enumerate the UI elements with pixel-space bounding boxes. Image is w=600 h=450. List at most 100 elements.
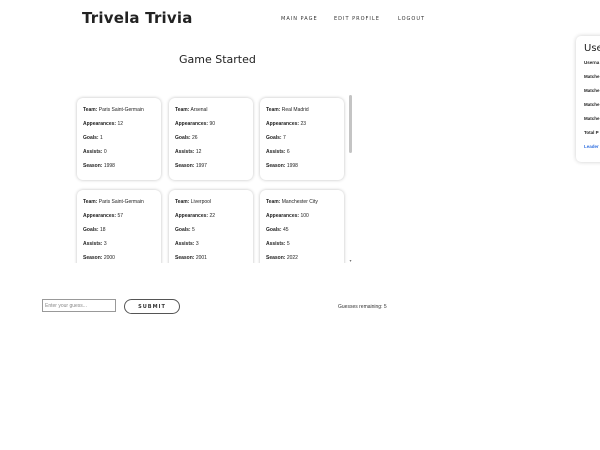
card-appearances-label: Appearances:	[175, 121, 209, 127]
card-appearances: Appearances: 100	[266, 214, 309, 219]
card-season-label: Season:	[175, 255, 195, 261]
card-appearances-label: Appearances:	[266, 213, 300, 219]
card-goals-value: 5	[191, 227, 195, 233]
nav-edit-profile[interactable]: EDIT PROFILE	[334, 16, 380, 22]
card-appearances-label: Appearances:	[83, 121, 117, 127]
card-assists-value: 3	[195, 241, 199, 247]
user-stat-matches: Matche	[584, 88, 600, 93]
card-goals: Goals: 1	[83, 136, 103, 141]
leaderboard-link[interactable]: Leader	[584, 144, 599, 149]
card-goals-label: Goals:	[83, 227, 99, 233]
nav-logout[interactable]: LOGOUT	[398, 16, 425, 22]
user-stat-matches: Matche	[584, 116, 600, 121]
card-assists-label: Assists:	[266, 241, 286, 247]
card-season-label: Season:	[266, 163, 286, 169]
card-assists: Assists: 3	[175, 242, 199, 247]
card-team: Team: Paris Saint-Germain	[83, 200, 144, 205]
card-season: Season: 2000	[83, 256, 115, 261]
card-season-value: 1998	[103, 163, 115, 169]
card-appearances: Appearances: 12	[83, 122, 123, 127]
card-goals-label: Goals:	[266, 135, 282, 141]
user-panel-title: Use	[584, 43, 600, 54]
scrollbar-thumb[interactable]	[349, 95, 352, 153]
card-assists-label: Assists:	[175, 149, 195, 155]
player-card: Team: Paris Saint-Germain Appearances: 5…	[77, 190, 161, 263]
card-team-label: Team:	[175, 199, 190, 205]
card-season-value: 1997	[195, 163, 207, 169]
user-stat-total: Total P	[584, 130, 599, 135]
card-appearances-label: Appearances:	[83, 213, 117, 219]
card-assists: Assists: 6	[266, 150, 290, 155]
card-assists-label: Assists:	[266, 149, 286, 155]
player-card: Team: Paris Saint-Germain Appearances: 1…	[77, 98, 161, 180]
card-appearances-value: 12	[117, 121, 124, 127]
card-season-label: Season:	[175, 163, 195, 169]
player-card: Team: Manchester City Appearances: 100 G…	[260, 190, 344, 263]
card-team: Team: Paris Saint-Germain	[83, 108, 144, 113]
card-goals: Goals: 45	[266, 228, 289, 233]
card-assists: Assists: 5	[266, 242, 290, 247]
card-goals: Goals: 5	[175, 228, 195, 233]
card-assists: Assists: 3	[83, 242, 107, 247]
card-season: Season: 2001	[175, 256, 207, 261]
card-goals-value: 7	[282, 135, 286, 141]
card-team-label: Team:	[266, 199, 281, 205]
card-grid-scrollbar[interactable]: ▾	[348, 95, 353, 263]
card-assists-label: Assists:	[175, 241, 195, 247]
card-appearances: Appearances: 23	[266, 122, 306, 127]
guess-input[interactable]	[42, 299, 116, 312]
card-appearances: Appearances: 90	[175, 122, 215, 127]
top-nav: MAIN PAGE EDIT PROFILE LOGOUT	[0, 16, 600, 26]
card-goals-label: Goals:	[83, 135, 99, 141]
card-assists-value: 6	[286, 149, 290, 155]
card-assists-label: Assists:	[83, 149, 103, 155]
nav-main-page[interactable]: MAIN PAGE	[281, 16, 318, 22]
player-card: Team: Arsenal Appearances: 90 Goals: 26 …	[169, 98, 253, 180]
card-assists-label: Assists:	[83, 241, 103, 247]
card-season-value: 2022	[286, 255, 298, 261]
card-goals-label: Goals:	[175, 227, 191, 233]
card-team-value: Real Madrid	[281, 107, 309, 113]
card-team: Team: Liverpool	[175, 200, 211, 205]
card-team-label: Team:	[266, 107, 281, 113]
player-card-grid[interactable]: Team: Paris Saint-Germain Appearances: 1…	[74, 95, 354, 263]
card-team-value: Arsenal	[190, 107, 208, 113]
card-goals-value: 1	[99, 135, 103, 141]
card-goals-value: 26	[191, 135, 198, 141]
card-appearances-value: 90	[209, 121, 216, 127]
card-appearances-value: 100	[300, 213, 309, 219]
page-title: Game Started	[179, 53, 256, 66]
submit-button[interactable]: SUBMIT	[124, 299, 180, 314]
card-appearances-label: Appearances:	[175, 213, 209, 219]
card-team-label: Team:	[175, 107, 190, 113]
card-season: Season: 1997	[175, 164, 207, 169]
card-team-label: Team:	[83, 107, 98, 113]
card-season-value: 2001	[195, 255, 207, 261]
card-appearances: Appearances: 22	[175, 214, 215, 219]
card-season: Season: 1998	[83, 164, 115, 169]
user-stat-matches: Matche	[584, 102, 600, 107]
player-card: Team: Real Madrid Appearances: 23 Goals:…	[260, 98, 344, 180]
card-team: Team: Manchester City	[266, 200, 318, 205]
card-team-value: Manchester City	[281, 199, 318, 205]
card-appearances-label: Appearances:	[266, 121, 300, 127]
card-assists: Assists: 0	[83, 150, 107, 155]
user-stat-username: Userna	[584, 60, 600, 65]
card-goals: Goals: 7	[266, 136, 286, 141]
card-season: Season: 2022	[266, 256, 298, 261]
card-assists-value: 3	[103, 241, 107, 247]
card-goals-value: 18	[99, 227, 106, 233]
card-team-label: Team:	[83, 199, 98, 205]
card-season-value: 1998	[286, 163, 298, 169]
card-assists: Assists: 12	[175, 150, 201, 155]
guesses-remaining: Guesses remaining: 5	[338, 304, 387, 310]
user-stat-matches: Matche	[584, 74, 600, 79]
player-card: Team: Liverpool Appearances: 22 Goals: 5…	[169, 190, 253, 263]
card-goals: Goals: 18	[83, 228, 106, 233]
card-team: Team: Real Madrid	[266, 108, 309, 113]
card-goals: Goals: 26	[175, 136, 198, 141]
scroll-down-arrow-icon[interactable]: ▾	[348, 259, 353, 263]
card-appearances-value: 57	[117, 213, 124, 219]
card-goals-value: 45	[282, 227, 289, 233]
card-appearances: Appearances: 57	[83, 214, 123, 219]
